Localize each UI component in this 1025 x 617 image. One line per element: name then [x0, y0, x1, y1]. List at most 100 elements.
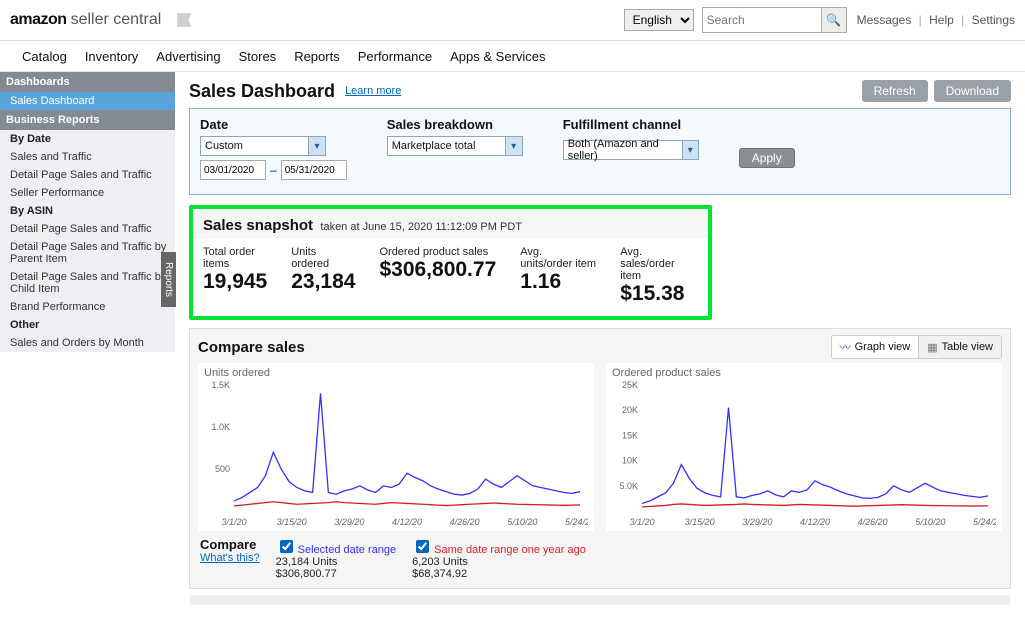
legend-prev-checkbox[interactable]	[416, 540, 429, 553]
menu-inventory[interactable]: Inventory	[85, 49, 138, 64]
line-chart-icon: 〰	[840, 339, 851, 355]
sales-snapshot-panel: Sales snapshot taken at June 15, 2020 11…	[189, 205, 712, 320]
page-title-bar: Sales Dashboard Learn more Refresh Downl…	[189, 80, 1011, 102]
snapshot-units-ordered: Units ordered 23,184	[291, 246, 355, 306]
table-view-label: Table view	[942, 341, 993, 353]
legend-prev-units: 6,203 Units	[412, 556, 586, 568]
logo-text-sub: seller central	[71, 11, 162, 29]
refresh-button[interactable]: Refresh	[862, 80, 928, 102]
filter-panel: Date Custom ▾ – Sales breakdown Marketpl…	[189, 108, 1011, 195]
whats-this-link[interactable]: What's this?	[200, 552, 260, 564]
snapshot-value: 19,945	[203, 270, 267, 294]
sidebar-item-asin-detail-page[interactable]: Detail Page Sales and Traffic	[0, 220, 175, 238]
snapshot-value: $306,800.77	[379, 258, 496, 282]
sidebar: Dashboards Sales Dashboard Business Repo…	[0, 72, 175, 352]
svg-text:3/15/20: 3/15/20	[277, 517, 307, 527]
snapshot-avg-sales: Avg. sales/order item $15.38	[620, 246, 698, 306]
horizontal-scrollbar[interactable]	[189, 595, 1011, 605]
date-dash: –	[270, 163, 277, 177]
chart-units-ordered: Units ordered 5001.0K1.5K3/1/203/15/203/…	[198, 363, 594, 531]
search-button[interactable]: 🔍	[822, 7, 847, 33]
legend-selected-range: Selected date range 23,184 Units $306,80…	[276, 537, 397, 580]
sidebar-item-seller-performance[interactable]: Seller Performance	[0, 184, 175, 202]
svg-text:4/12/20: 4/12/20	[392, 517, 422, 527]
content-area: Reports Sales Dashboard Learn more Refre…	[175, 72, 1025, 617]
svg-text:500: 500	[215, 464, 230, 474]
svg-text:10K: 10K	[622, 456, 638, 466]
compare-footer: Compare What's this? Selected date range…	[198, 531, 1002, 580]
messages-link[interactable]: Messages	[857, 13, 912, 27]
top-links: Messages | Help | Settings	[857, 13, 1015, 27]
table-view-tab[interactable]: ▦ Table view	[918, 336, 1001, 358]
search-icon: 🔍	[826, 13, 841, 27]
channel-value: Both (Amazon and seller)	[568, 138, 682, 162]
menu-advertising[interactable]: Advertising	[156, 49, 220, 64]
language-select[interactable]: English	[624, 9, 694, 31]
menu-catalog[interactable]: Catalog	[22, 49, 67, 64]
sidebar-item-sales-orders-month[interactable]: Sales and Orders by Month	[0, 334, 175, 352]
svg-text:1.0K: 1.0K	[211, 422, 230, 432]
learn-more-link[interactable]: Learn more	[345, 85, 401, 97]
reports-side-tab[interactable]: Reports	[161, 252, 176, 307]
svg-text:5/10/20: 5/10/20	[507, 517, 537, 527]
graph-view-label: Graph view	[855, 341, 911, 353]
ordered-sales-chart: 5.0K10K15K20K25K3/1/203/15/203/29/204/12…	[612, 379, 996, 529]
units-ordered-chart: 5001.0K1.5K3/1/203/15/203/29/204/12/204/…	[204, 379, 588, 529]
sidebar-item-sales-dashboard[interactable]: Sales Dashboard	[0, 92, 175, 110]
graph-view-tab[interactable]: 〰 Graph view	[832, 336, 919, 358]
sidebar-item-asin-child[interactable]: Detail Page Sales and Traffic by Child I…	[0, 268, 175, 298]
menu-performance[interactable]: Performance	[358, 49, 432, 64]
sidebar-item-sales-traffic[interactable]: Sales and Traffic	[0, 148, 175, 166]
date-mode-value: Custom	[205, 140, 243, 152]
svg-text:3/1/20: 3/1/20	[221, 517, 246, 527]
svg-text:4/12/20: 4/12/20	[800, 517, 830, 527]
page-title: Sales Dashboard	[189, 81, 335, 102]
legend-prev-range: Same date range one year ago 6,203 Units…	[412, 537, 586, 580]
svg-text:5.0K: 5.0K	[619, 481, 638, 491]
snapshot-value: $15.38	[620, 282, 698, 306]
main-menu: Catalog Inventory Advertising Stores Rep…	[0, 41, 1025, 72]
snapshot-avg-units: Avg. units/order item 1.16	[520, 246, 596, 306]
filter-breakdown: Sales breakdown Marketplace total ▾	[387, 117, 523, 156]
snapshot-ordered-sales: Ordered product sales $306,800.77	[379, 246, 496, 306]
search-input[interactable]	[702, 7, 822, 33]
legend-selected-checkbox[interactable]	[280, 540, 293, 553]
svg-text:20K: 20K	[622, 405, 638, 415]
amazon-logo[interactable]: amazon seller central	[10, 11, 161, 29]
svg-text:5/24/20: 5/24/20	[973, 517, 996, 527]
svg-text:1.5K: 1.5K	[211, 380, 230, 390]
settings-link[interactable]: Settings	[972, 13, 1015, 27]
apply-button[interactable]: Apply	[739, 148, 795, 168]
chevron-down-icon: ▾	[505, 137, 522, 155]
svg-text:3/1/20: 3/1/20	[629, 517, 654, 527]
breakdown-select[interactable]: Marketplace total ▾	[387, 136, 523, 156]
channel-select[interactable]: Both (Amazon and seller) ▾	[563, 140, 699, 160]
chart-title: Ordered product sales	[612, 367, 996, 379]
snapshot-label: Units ordered	[291, 246, 355, 270]
sidebar-section-business-reports: Business Reports	[0, 110, 175, 130]
sidebar-section-dashboards: Dashboards	[0, 72, 175, 92]
menu-reports[interactable]: Reports	[294, 49, 340, 64]
date-to-input[interactable]	[281, 160, 347, 180]
sidebar-item-asin-parent[interactable]: Detail Page Sales and Traffic by Parent …	[0, 238, 175, 268]
chevron-down-icon: ▾	[308, 137, 325, 155]
menu-apps-services[interactable]: Apps & Services	[450, 49, 545, 64]
compare-sales-panel: Compare sales 〰 Graph view ▦ Table view …	[189, 328, 1011, 589]
date-from-input[interactable]	[200, 160, 266, 180]
svg-text:3/15/20: 3/15/20	[685, 517, 715, 527]
legend-selected-label: Selected date range	[298, 544, 396, 556]
help-link[interactable]: Help	[929, 13, 954, 27]
marketplace-flag-icon[interactable]	[177, 13, 191, 27]
svg-text:4/26/20: 4/26/20	[858, 517, 888, 527]
sidebar-item-detail-page-sales-traffic[interactable]: Detail Page Sales and Traffic	[0, 166, 175, 184]
sidebar-item-brand-performance[interactable]: Brand Performance	[0, 298, 175, 316]
menu-stores[interactable]: Stores	[239, 49, 277, 64]
snapshot-value: 1.16	[520, 270, 596, 294]
chevron-down-icon: ▾	[682, 141, 698, 159]
chart-title: Units ordered	[204, 367, 588, 379]
download-button[interactable]: Download	[934, 80, 1011, 102]
legend-prev-label: Same date range one year ago	[434, 544, 586, 556]
svg-text:5/10/20: 5/10/20	[915, 517, 945, 527]
filter-channel-label: Fulfillment channel	[563, 117, 699, 132]
date-mode-select[interactable]: Custom ▾	[200, 136, 326, 156]
